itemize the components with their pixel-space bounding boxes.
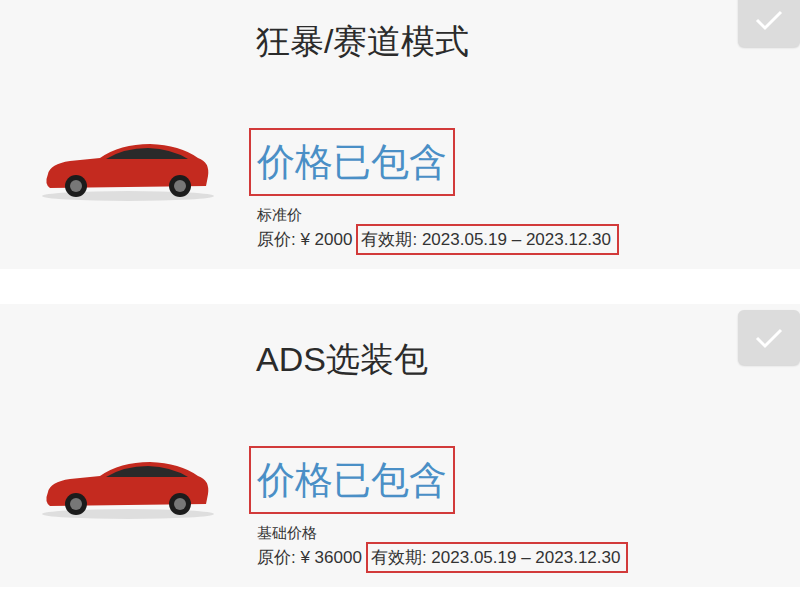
- original-price: 原价: ¥ 36000: [257, 546, 362, 569]
- original-price: 原价: ¥ 2000: [257, 228, 352, 251]
- option-title: ADS选装包: [256, 336, 800, 397]
- option-checkbox[interactable]: [738, 0, 800, 47]
- check-icon: [754, 326, 784, 350]
- option-title: 狂暴/赛道模式: [256, 18, 800, 79]
- validity-period: 有效期: 2023.05.19 – 2023.12.30: [366, 542, 629, 573]
- option-checkbox[interactable]: [738, 310, 800, 365]
- price-label: 价格已包含: [249, 446, 455, 514]
- price-label: 价格已包含: [249, 128, 455, 196]
- price-type: 标准价: [249, 206, 800, 224]
- validity-period: 有效期: 2023.05.19 – 2023.12.30: [356, 224, 619, 255]
- car-icon: [40, 452, 215, 522]
- option-card[interactable]: ADS选装包 价格已包含 基础价格 原价: ¥ 36000 有效期: 2023.…: [0, 304, 800, 587]
- price-type: 基础价格: [249, 524, 800, 542]
- option-card[interactable]: 狂暴/赛道模式 价格已包含 标准价 原价: ¥ 2000 有效期: 2023.0…: [0, 0, 800, 269]
- option-list: 狂暴/赛道模式 价格已包含 标准价 原价: ¥ 2000 有效期: 2023.0…: [0, 0, 800, 598]
- car-icon: [40, 134, 215, 204]
- check-icon: [754, 8, 784, 32]
